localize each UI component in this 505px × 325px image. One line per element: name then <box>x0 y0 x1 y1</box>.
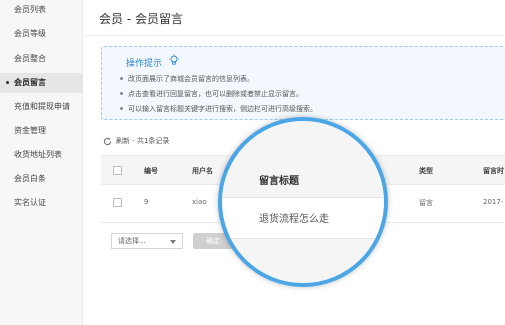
tips-title: 操作提示 <box>126 59 163 69</box>
column-header-id: 编号 <box>144 167 158 175</box>
column-header-title: 留言标题 <box>259 176 299 187</box>
sidebar-item-member-level[interactable]: 会员等级 <box>0 24 82 44</box>
cell-id: 9 <box>144 198 149 206</box>
column-header-user: 用户名 <box>192 167 213 175</box>
tip-line: 可以输入留言标题关键字进行搜索，侧边栏可进行高级搜索。 <box>120 105 317 113</box>
bulk-action-select[interactable]: 请选择... <box>111 233 183 249</box>
sidebar-item-label: 会员白条 <box>14 174 46 183</box>
sidebar-item-address[interactable]: 收货地址列表 <box>0 145 82 165</box>
sidebar-item-label: 会员整合 <box>14 54 46 63</box>
refresh-icon <box>103 137 112 145</box>
lightbulb-icon <box>169 54 179 65</box>
sidebar-item-label: 会员列表 <box>14 5 46 14</box>
sidebar-item-label: 会员留言 <box>14 78 46 87</box>
magnified-table-header <box>222 121 384 198</box>
magnified-footer <box>222 239 384 283</box>
sidebar-item-label: 实名认证 <box>14 198 46 207</box>
sidebar-item-label: 会员等级 <box>14 29 46 38</box>
sidebar-item-credit[interactable]: 会员白条 <box>0 169 82 189</box>
refresh-button[interactable]: 刷新 - 共1条记录 <box>103 136 169 146</box>
tips-panel: 操作提示 改页面展示了商城会员留言的信息列表。 点击查看进行回复留言，也可以删除… <box>101 46 505 120</box>
sidebar-item-realname[interactable]: 实名认证 <box>0 193 82 213</box>
active-dot-icon <box>6 81 9 84</box>
sidebar-item-label: 充值和提现申请 <box>14 102 70 111</box>
sidebar-item-member-list[interactable]: 会员列表 <box>0 0 82 20</box>
sidebar-item-member-merge[interactable]: 会员整合 <box>0 49 82 69</box>
row-checkbox[interactable] <box>113 198 122 207</box>
select-value: 请选择... <box>118 237 146 245</box>
cell-time: 2017- <box>483 198 504 206</box>
refresh-label: 刷新 - 共1条记录 <box>116 137 170 145</box>
cell-user: xiao <box>192 198 207 206</box>
select-all-checkbox[interactable] <box>113 166 122 175</box>
chevron-down-icon <box>170 240 176 244</box>
column-header-type: 类型 <box>419 167 433 175</box>
divider <box>83 35 505 36</box>
sidebar-item-funds[interactable]: 资金管理 <box>0 121 82 141</box>
cell-type: 留言 <box>419 199 433 207</box>
sidebar-item-member-messages[interactable]: 会员留言 <box>0 73 82 93</box>
sidebar-item-label: 收货地址列表 <box>14 150 62 159</box>
tip-line: 改页面展示了商城会员留言的信息列表。 <box>120 75 254 83</box>
column-header-time: 留言时 <box>483 167 504 175</box>
page-title: 会员 - 会员留言 <box>99 12 183 26</box>
sidebar-item-label: 资金管理 <box>14 126 46 135</box>
tip-line: 点击查看进行回复留言，也可以删除或者禁止显示留言。 <box>120 90 303 98</box>
cell-title: 退货流程怎么走 <box>259 214 329 225</box>
magnifier-callout: 留言标题 退货流程怎么走 <box>218 117 388 287</box>
sidebar-item-recharge[interactable]: 充值和提现申请 <box>0 97 82 117</box>
sidebar: 会员列表 会员等级 会员整合 会员留言 充值和提现申请 资金管理 收货地址列表 … <box>0 0 83 325</box>
